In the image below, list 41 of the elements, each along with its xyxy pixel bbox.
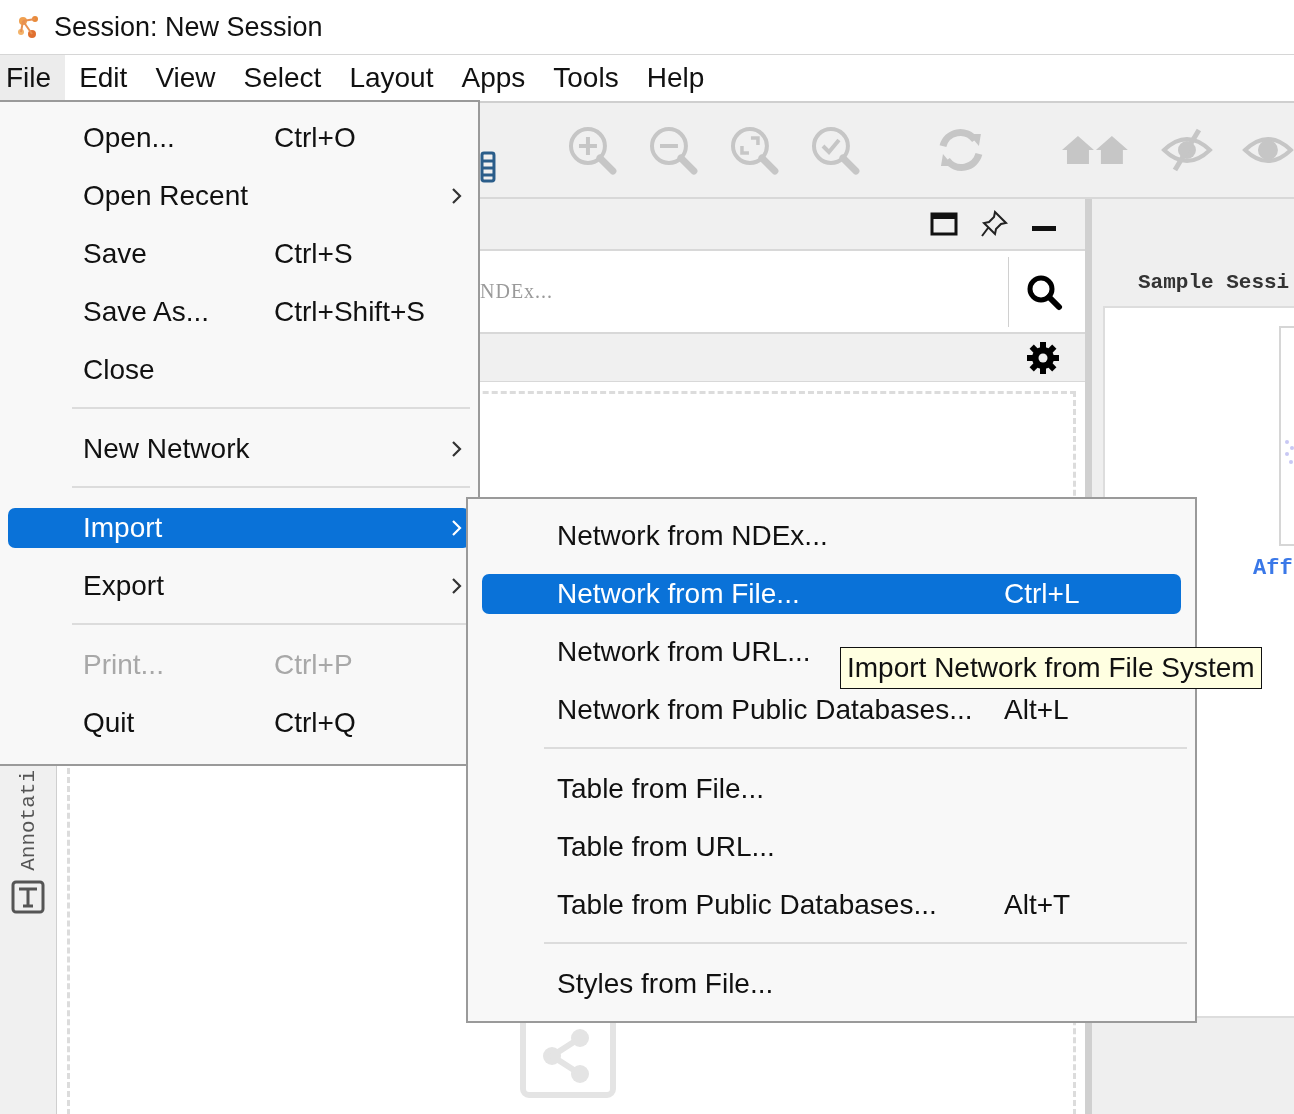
menu-item[interactable]: Quit Ctrl+Q [8, 703, 470, 743]
menu-item[interactable]: Network from NDEx... [482, 516, 1181, 556]
shortcut-text: Ctrl+P [274, 649, 353, 681]
pin-icon[interactable] [979, 209, 1009, 239]
tooltip: Import Network from File System [840, 647, 1262, 689]
menu-item[interactable]: Close [8, 350, 470, 390]
menu-bar-item[interactable]: File [0, 55, 66, 101]
menu-item[interactable]: Save As... Ctrl+Shift+S [8, 292, 470, 332]
shortcut-text: Alt+T [1004, 889, 1071, 921]
menu-bar-item[interactable]: Layout [335, 55, 448, 101]
menu-item[interactable]: Network from Public Databases... Alt+L [482, 690, 1181, 730]
menu-item[interactable]: Table from URL... [482, 827, 1181, 867]
side-tab-label[interactable]: Annotati [16, 770, 40, 871]
menu-bar-item[interactable]: Edit [65, 55, 142, 101]
menu-item[interactable]: Table from File... [482, 769, 1181, 809]
shortcut-text: Ctrl+Shift+S [274, 296, 425, 328]
window-title: Session: New Session [54, 11, 323, 43]
menu-bar-item[interactable]: Tools [539, 55, 633, 101]
menu-item[interactable]: Styles from File... [482, 964, 1181, 1004]
shortcut-text: Alt+L [1004, 694, 1069, 726]
menu-item[interactable]: Open Recent [8, 176, 470, 216]
menu-item[interactable]: Table from Public Databases... Alt+T [482, 885, 1181, 925]
text-tool-icon[interactable] [10, 878, 46, 915]
session-title: Sample Sessi [1138, 271, 1291, 294]
menu-item[interactable]: Network from File... Ctrl+L [482, 574, 1181, 614]
menu-bar-item[interactable]: View [141, 55, 230, 101]
session-link[interactable]: Aff [1253, 556, 1293, 581]
menu-bar-item[interactable]: Apps [447, 55, 540, 101]
menu-item[interactable]: Export [8, 566, 470, 606]
shortcut-text: Ctrl+Q [274, 707, 356, 739]
menu-item[interactable]: Open... Ctrl+O [8, 118, 470, 158]
shortcut-text: Ctrl+O [274, 122, 356, 154]
settings-icon[interactable] [1025, 339, 1061, 376]
shortcut-text: Ctrl+S [274, 238, 353, 270]
list-icon[interactable] [480, 151, 496, 183]
menu-bar-item[interactable]: Select [229, 55, 336, 101]
shortcut-text: Ctrl+L [1004, 578, 1080, 610]
menu-item[interactable]: New Network [8, 429, 470, 469]
search-field[interactable]: NDEx... [480, 266, 1000, 317]
menu-item[interactable]: Save Ctrl+S [8, 234, 470, 274]
menu-bar-item[interactable]: Help [632, 55, 719, 101]
